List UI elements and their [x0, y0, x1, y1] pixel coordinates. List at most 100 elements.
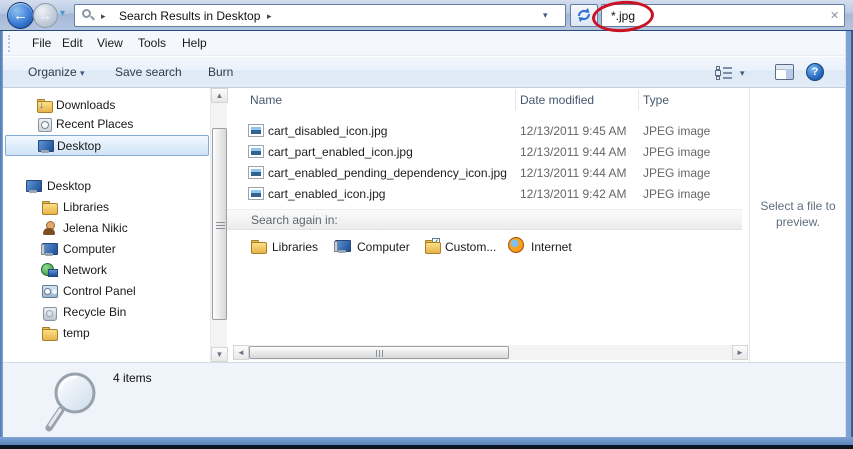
window-border	[0, 437, 853, 445]
sidebar-item-downloads[interactable]: ↓ Downloads	[3, 95, 210, 116]
window-border	[845, 31, 853, 449]
sidebar-item-desktop-selected[interactable]: Desktop	[5, 135, 209, 156]
window-border	[0, 31, 3, 449]
menu-help[interactable]: Help	[182, 36, 207, 50]
help-icon[interactable]: ?	[806, 63, 824, 81]
preview-message: Select a file to preview.	[760, 199, 836, 229]
sidebar-item-libraries[interactable]: Libraries	[3, 197, 210, 218]
scrollbar-thumb[interactable]	[249, 346, 509, 359]
search-again-label: Search again in:	[251, 213, 338, 227]
recycle-bin-icon	[41, 304, 57, 321]
sidebar-item-user[interactable]: Jelena Nikic	[3, 218, 210, 239]
menu-view[interactable]: View	[97, 36, 123, 50]
file-row[interactable]: cart_part_enabled_icon.jpg 12/13/2011 9:…	[227, 142, 742, 163]
file-list: Name Date modified Type cart_disabled_ic…	[227, 88, 749, 362]
scroll-right-icon[interactable]: ►	[732, 345, 748, 360]
custom-location-icon: ✓	[424, 238, 441, 254]
chevron-right-icon[interactable]: ▸	[267, 11, 272, 22]
internet-browser-icon	[508, 237, 524, 253]
folder-icon	[41, 325, 58, 341]
file-row[interactable]: cart_disabled_icon.jpg 12/13/2011 9:45 A…	[227, 121, 742, 142]
file-name: cart_disabled_icon.jpg	[268, 124, 388, 138]
address-bar[interactable]: ▸ Search Results in Desktop ▸ ▾	[74, 4, 566, 27]
search-magnifier-icon	[45, 369, 99, 436]
sidebar-item-recent-places[interactable]: Recent Places	[3, 114, 210, 135]
file-date: 12/13/2011 9:45 AM	[520, 124, 627, 138]
item-count: 4 items	[113, 371, 152, 385]
command-toolbar: Organize ▾ Save search Burn ▾ ?	[3, 56, 845, 88]
menu-bar: File Edit View Tools Help	[3, 31, 845, 56]
clear-search-icon[interactable]: ✕	[830, 9, 839, 22]
column-header-name[interactable]: Name	[250, 93, 282, 107]
sidebar-item-network[interactable]: Network	[3, 260, 210, 281]
organize-button[interactable]: Organize ▾	[28, 65, 85, 79]
horizontal-scrollbar[interactable]: ◄ ►	[233, 345, 748, 360]
file-type: JPEG image	[643, 145, 711, 159]
views-dropdown-icon[interactable]: ▾	[740, 68, 745, 79]
search-value: *.jpg	[611, 9, 636, 23]
column-separator[interactable]	[638, 90, 639, 110]
file-name: cart_part_enabled_icon.jpg	[268, 145, 413, 159]
breadcrumb[interactable]: Search Results in Desktop	[119, 9, 260, 23]
sidebar-item-recycle-bin[interactable]: Recycle Bin	[3, 302, 210, 323]
menu-edit[interactable]: Edit	[62, 36, 83, 50]
recent-places-icon	[36, 116, 52, 132]
search-again-header: Search again in:	[227, 210, 742, 230]
sidebar-scrollbar[interactable]: ▲ ▼	[210, 88, 228, 362]
jpeg-file-icon	[248, 124, 264, 137]
file-type: JPEG image	[643, 124, 711, 138]
jpeg-file-icon	[248, 145, 264, 158]
refresh-button[interactable]	[570, 4, 598, 27]
search-input[interactable]: *.jpg ✕	[601, 4, 845, 27]
preview-pane: Select a file to preview.	[749, 88, 845, 362]
status-bar: 4 items	[3, 362, 845, 437]
search-icon	[82, 9, 95, 22]
save-search-button[interactable]: Save search	[115, 65, 182, 79]
sidebar-item-computer[interactable]: Computer	[3, 239, 210, 260]
file-row[interactable]: cart_enabled_icon.jpg 12/13/2011 9:42 AM…	[227, 184, 742, 205]
file-row[interactable]: cart_enabled_pending_dependency_icon.jpg…	[227, 163, 742, 184]
address-dropdown-icon[interactable]: ▾	[543, 10, 548, 21]
scroll-left-icon[interactable]: ◄	[233, 345, 249, 360]
navigation-bar: ← → ▾ ▸ Search Results in Desktop ▸ ▾ *.…	[0, 0, 853, 35]
desktop-icon	[25, 178, 42, 194]
column-separator[interactable]	[515, 90, 516, 110]
chevron-down-icon: ▾	[80, 68, 85, 78]
scroll-up-icon[interactable]: ▲	[211, 88, 228, 103]
menu-file[interactable]: File	[32, 36, 51, 50]
file-date: 12/13/2011 9:44 AM	[520, 145, 627, 159]
forward-button[interactable]: →	[33, 3, 58, 28]
menu-tools[interactable]: Tools	[138, 36, 166, 50]
file-type: JPEG image	[643, 166, 711, 180]
downloads-folder-icon: ↓	[36, 97, 53, 113]
window-border	[0, 445, 853, 449]
control-panel-icon	[41, 283, 58, 299]
file-name: cart_enabled_icon.jpg	[268, 187, 386, 201]
chevron-right-icon[interactable]: ▸	[101, 11, 106, 22]
column-header-date[interactable]: Date modified	[520, 93, 594, 107]
burn-button[interactable]: Burn	[208, 65, 233, 79]
column-header-type[interactable]: Type	[643, 93, 669, 107]
libraries-folder-icon	[250, 238, 267, 254]
file-date: 12/13/2011 9:44 AM	[520, 166, 627, 180]
sidebar-item-temp[interactable]: temp	[3, 323, 210, 344]
main-content: ↓ Downloads Recent Places Desktop Deskto…	[3, 88, 845, 362]
computer-icon	[334, 238, 351, 254]
user-icon	[41, 220, 57, 236]
preview-pane-icon[interactable]	[775, 64, 794, 80]
refresh-icon	[578, 8, 590, 22]
sidebar-item-control-panel[interactable]: Control Panel	[3, 281, 210, 302]
scroll-down-icon[interactable]: ▼	[211, 347, 228, 362]
back-button[interactable]: ←	[7, 2, 34, 29]
sidebar-item-desktop-root[interactable]: Desktop	[3, 176, 210, 197]
file-type: JPEG image	[643, 187, 711, 201]
menu-grip	[8, 35, 11, 52]
scrollbar-thumb[interactable]	[212, 128, 227, 320]
desktop-icon	[37, 138, 54, 154]
libraries-folder-icon	[41, 199, 58, 215]
file-date: 12/13/2011 9:42 AM	[520, 187, 627, 201]
views-icon[interactable]	[716, 65, 734, 80]
file-name: cart_enabled_pending_dependency_icon.jpg	[268, 166, 507, 180]
jpeg-file-icon	[248, 166, 264, 179]
history-dropdown-icon[interactable]: ▾	[60, 8, 74, 22]
